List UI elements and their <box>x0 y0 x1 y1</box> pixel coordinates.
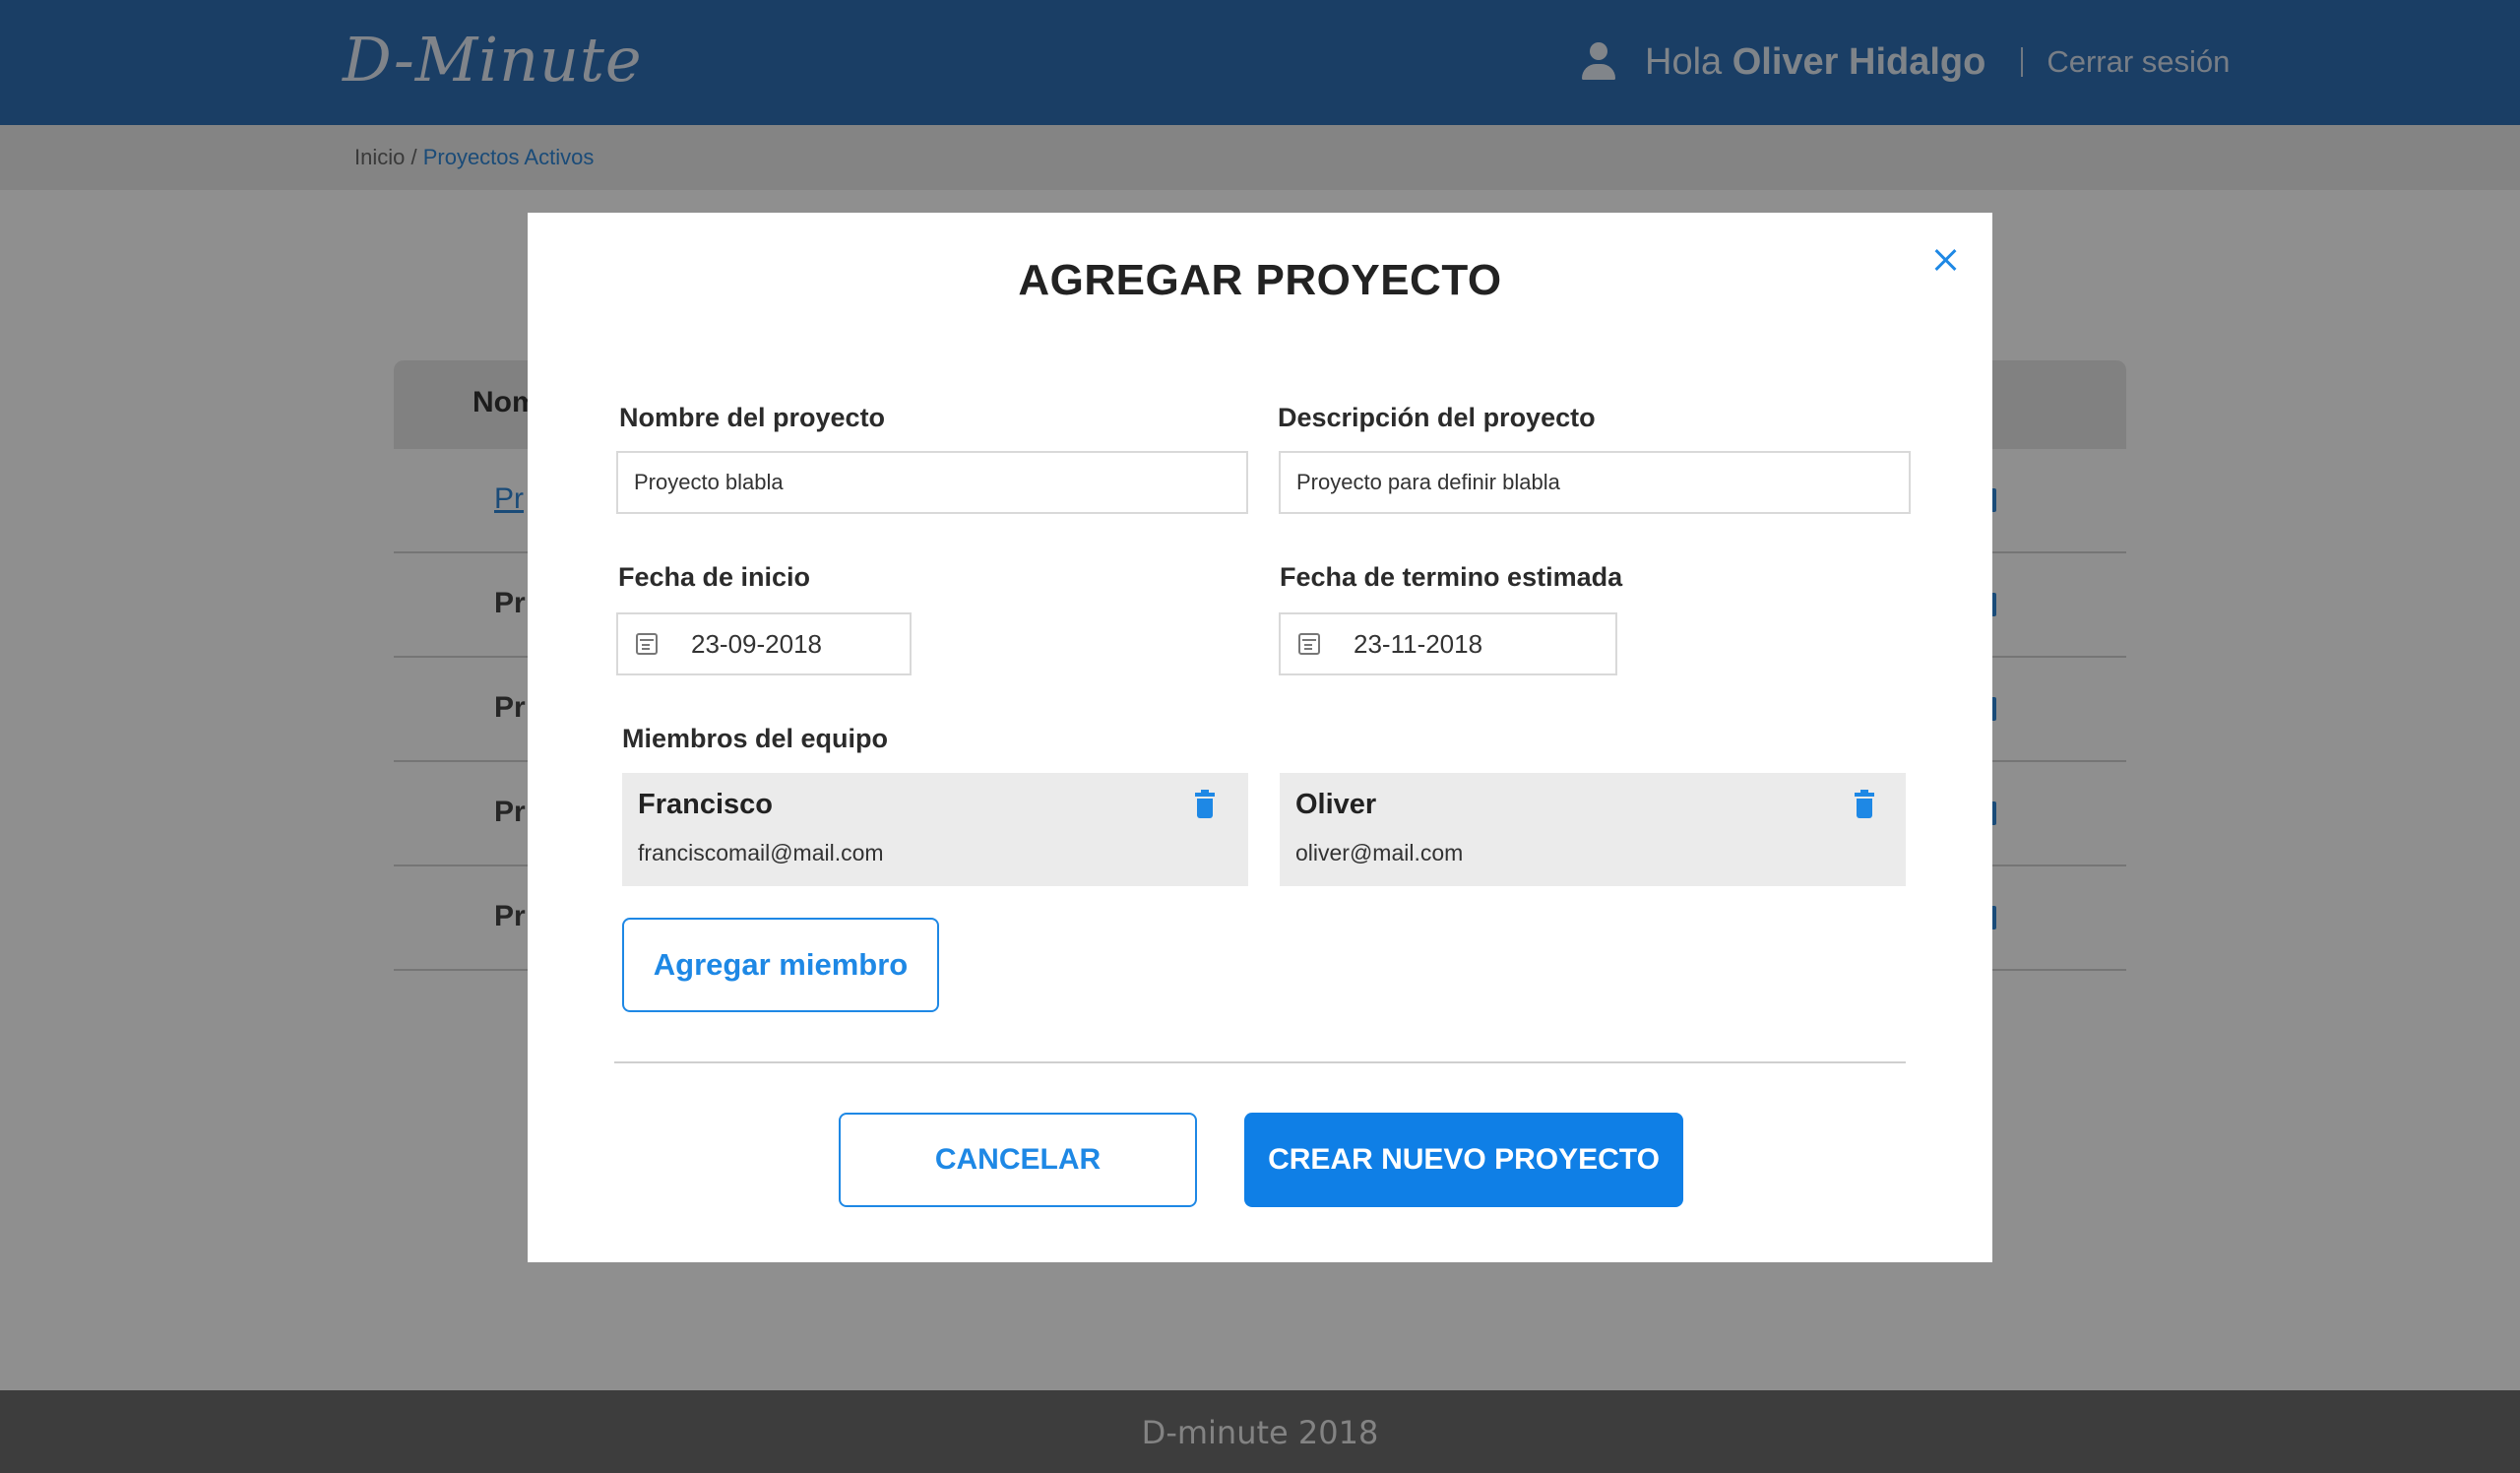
modal-divider <box>614 1061 1906 1063</box>
cancel-button[interactable]: CANCELAR <box>839 1113 1197 1207</box>
add-member-button[interactable]: Agregar miembro <box>622 918 939 1012</box>
end-date-value: 23-11-2018 <box>1354 628 1483 659</box>
member-email: franciscomail@mail.com <box>638 840 884 865</box>
team-members-label: Miembros del equipo <box>622 724 889 753</box>
project-name-label: Nombre del proyecto <box>619 403 886 432</box>
member-email: oliver@mail.com <box>1295 840 1464 865</box>
trash-icon[interactable] <box>1855 790 1874 818</box>
start-date-value: 23-09-2018 <box>691 628 822 659</box>
modal-title: AGREGAR PROYECTO <box>1018 256 1502 304</box>
start-date-field[interactable]: 23-09-2018 <box>616 612 912 675</box>
project-name-input[interactable] <box>616 451 1248 514</box>
project-description-label: Descripción del proyecto <box>1278 403 1596 432</box>
calendar-icon <box>1298 633 1320 655</box>
start-date-label: Fecha de inicio <box>618 562 811 592</box>
member-name: Oliver <box>1295 789 1377 820</box>
member-card: Francisco franciscomail@mail.com <box>622 773 1248 886</box>
end-date-label: Fecha de termino estimada <box>1280 562 1623 592</box>
project-description-input[interactable] <box>1279 451 1911 514</box>
calendar-icon <box>636 633 658 655</box>
member-name: Francisco <box>638 789 773 820</box>
member-card: Oliver oliver@mail.com <box>1280 773 1906 886</box>
create-project-button[interactable]: CREAR NUEVO PROYECTO <box>1244 1113 1683 1207</box>
trash-icon[interactable] <box>1195 790 1215 818</box>
end-date-field[interactable]: 23-11-2018 <box>1279 612 1617 675</box>
add-project-modal: AGREGAR PROYECTO Nombre del proyecto Des… <box>528 213 1992 1262</box>
